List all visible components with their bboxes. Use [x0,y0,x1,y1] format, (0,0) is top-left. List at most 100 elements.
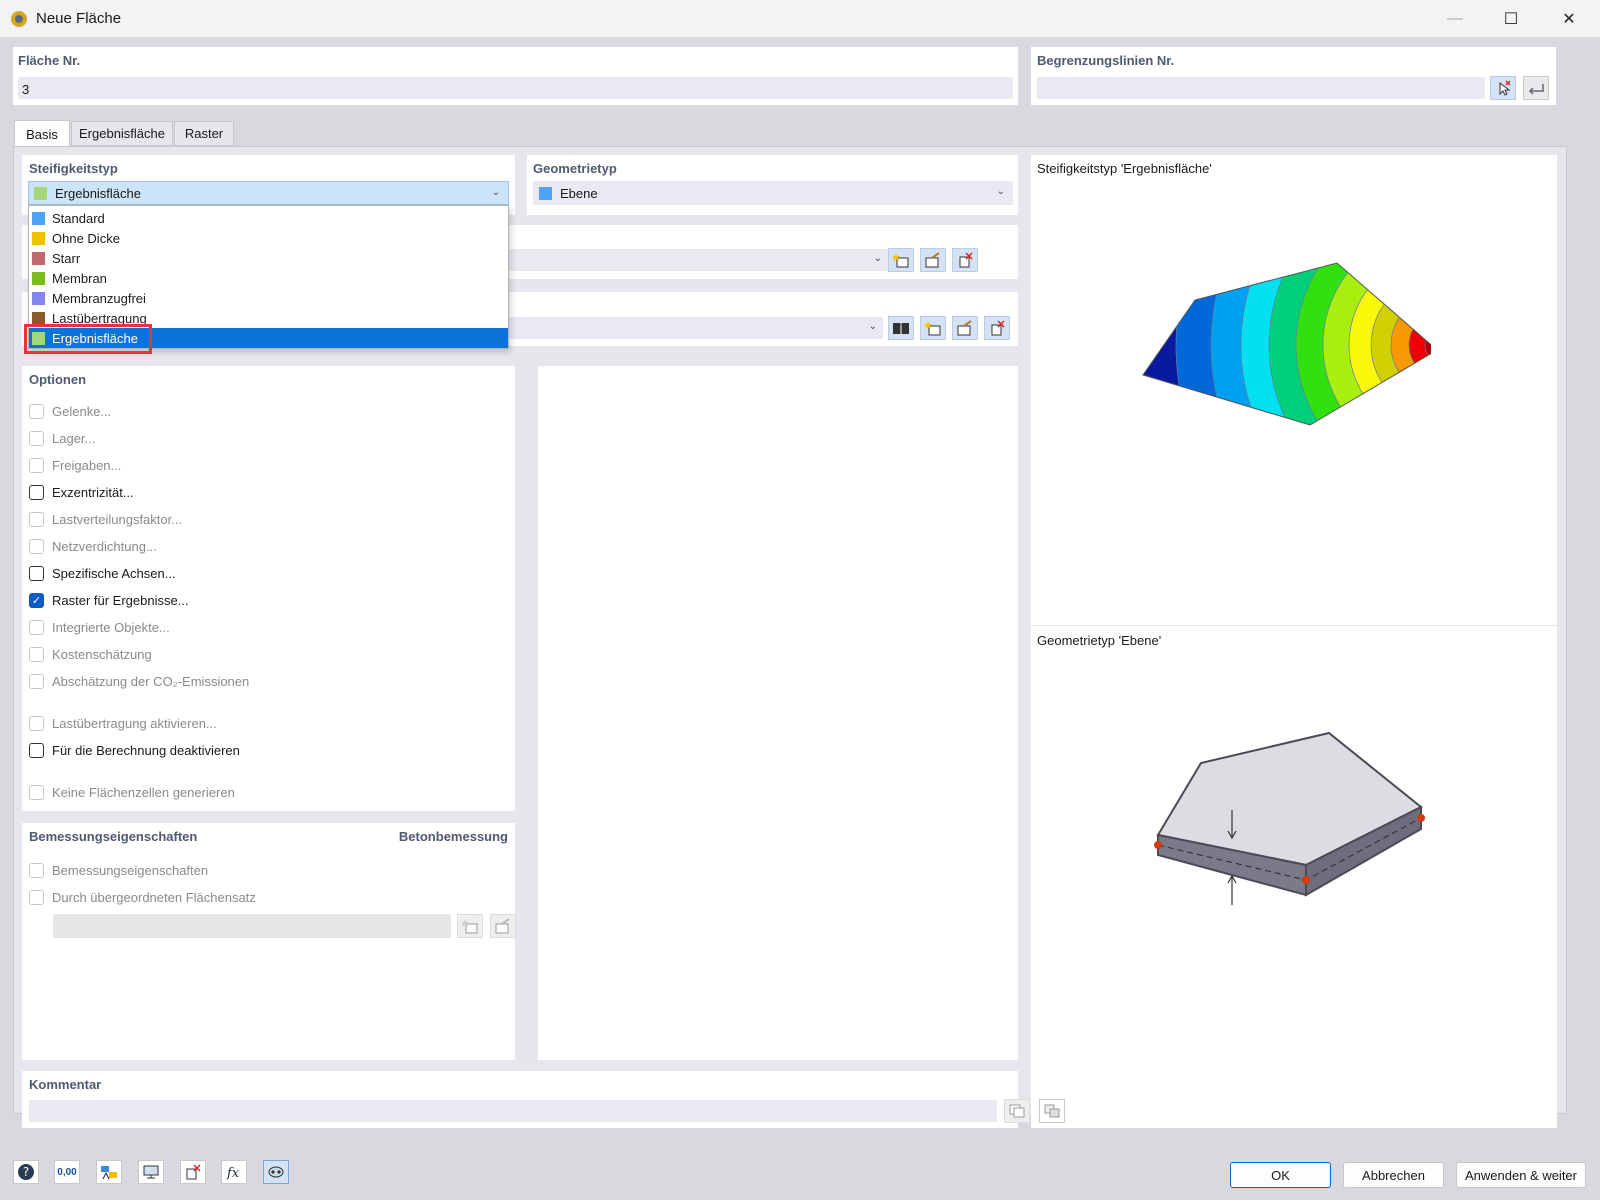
swatch-icon [32,211,45,225]
design-edit-button[interactable] [490,914,516,938]
library-button[interactable] [888,316,914,340]
window-title: Neue Fläche [36,10,122,27]
option-exzentrizitaet[interactable]: Exzentrizität... [29,485,134,500]
design-select[interactable] [53,914,451,938]
delete-thickness-button[interactable] [984,316,1010,340]
checkbox[interactable] [29,647,44,662]
pick-cursor-button[interactable] [1490,76,1516,100]
options-label: Optionen [29,372,87,387]
stiffness-option-starr[interactable]: Starr [29,248,509,268]
comment-input[interactable] [29,1100,997,1122]
preview-panel: Steifigkeitstyp 'Ergebnisfläche' Geometr… [1031,155,1557,1128]
checkbox[interactable] [29,458,44,473]
design-right-label: Betonbemessung [398,829,508,844]
apply-continue-button[interactable]: Anwenden & weiter [1456,1162,1586,1188]
stiffness-selected-swatch [34,186,47,200]
book-icon [893,323,909,335]
stiffness-option-membranzugfrei[interactable]: Membranzugfrei [29,288,509,308]
title-bar: Neue Fläche — ☐ ✕ [0,0,1600,38]
design-option-properties[interactable]: Bemessungseigenschaften [29,863,208,878]
surface-no-input[interactable]: 3 [18,77,1013,99]
edit-icon [957,320,972,336]
option-netzverdichtung[interactable]: Netzverdichtung... [29,539,157,554]
chevron-down-icon: ⌄ [873,253,882,264]
checkbox[interactable] [29,431,44,446]
minimize-button[interactable]: — [1432,6,1478,32]
checkbox[interactable] [29,485,44,500]
svg-text:?: ? [23,1165,29,1179]
maximize-button[interactable]: ☐ [1488,6,1534,32]
design-option-parent-set[interactable]: Durch übergeordneten Flächensatz [29,890,256,905]
option-kostenschaetzung[interactable]: Kostenschätzung [29,647,152,662]
checkbox[interactable] [29,566,44,581]
option-lastverteilungsfaktor[interactable]: Lastverteilungsfaktor... [29,512,182,527]
delete-material-button[interactable] [952,248,978,272]
option-co2-emissionen[interactable]: Abschätzung der CO₂-Emissionen [29,674,249,689]
option-spezifische-achsen[interactable]: Spezifische Achsen... [29,566,176,581]
checkbox[interactable] [29,863,44,878]
checkbox[interactable] [29,743,44,758]
formula-button[interactable]: fx [221,1160,247,1184]
option-lager[interactable]: Lager... [29,431,95,446]
option-lastuebertragung-aktivieren[interactable]: Lastübertragung aktivieren... [29,716,217,731]
option-keine-flaechenzellen[interactable]: Keine Flächenzellen generieren [29,785,235,800]
undo-button[interactable] [1523,76,1549,100]
option-freigaben[interactable]: Freigaben... [29,458,121,473]
preview-sync-button[interactable] [1039,1099,1065,1123]
stiffness-preview-caption: Steifigkeitstyp 'Ergebnisfläche' [1037,161,1212,176]
ok-button[interactable]: OK [1230,1162,1331,1188]
function-icon: fx [226,1166,240,1180]
checkbox[interactable] [29,539,44,554]
checkbox-checked[interactable]: ✓ [29,593,44,608]
tab-raster[interactable]: Raster [174,121,234,146]
checkbox[interactable] [29,716,44,731]
stiffness-option-membran[interactable]: Membran [29,268,509,288]
option-gelenke[interactable]: Gelenke... [29,404,111,419]
stiffness-select[interactable]: Ergebnisfläche ⌄ [28,181,509,205]
tab-basis[interactable]: Basis [14,120,70,147]
stiffness-selected-value: Ergebnisfläche [55,185,141,201]
model-view-button[interactable] [263,1160,289,1184]
close-button[interactable]: ✕ [1546,6,1592,32]
cancel-button[interactable]: Abbrechen [1343,1162,1444,1188]
edit-thickness-button[interactable] [952,316,978,340]
stiffness-option-standard[interactable]: Standard [29,208,509,228]
swatch-icon [32,251,45,265]
edit-material-button[interactable] [920,248,946,272]
units-button[interactable]: 0,00 [54,1160,80,1184]
delete-icon [991,320,1005,336]
checkbox[interactable] [29,512,44,527]
geometry-label: Geometrietyp [533,161,617,176]
comment-copy-button[interactable] [1004,1099,1030,1123]
boundary-panel: Begrenzungslinien Nr. [1031,47,1556,105]
new-item-icon [892,253,909,268]
new-material-button[interactable] [888,248,914,272]
chevron-down-icon: ⌄ [996,186,1005,197]
option-integrierte-objekte[interactable]: Integrierte Objekte... [29,620,170,635]
checkbox[interactable] [29,674,44,689]
geometry-selected-value: Ebene [560,185,598,201]
labels-button[interactable] [96,1160,122,1184]
checkbox[interactable] [29,620,44,635]
svg-text:fx: fx [226,1166,240,1180]
help-button[interactable]: ? [13,1160,39,1184]
option-berechnung-deaktivieren[interactable]: Für die Berechnung deaktivieren [29,743,240,758]
checkbox[interactable] [29,404,44,419]
view-button[interactable] [138,1160,164,1184]
boundary-input[interactable] [1037,77,1485,99]
option-raster-fuer-ergebnisse[interactable]: ✓ Raster für Ergebnisse... [29,593,189,608]
stiffness-option-ohne-dicke[interactable]: Ohne Dicke [29,228,509,248]
highlight-box [24,324,152,354]
new-thickness-button[interactable] [920,316,946,340]
checkbox[interactable] [29,785,44,800]
swatch-icon [32,231,45,245]
divider [1031,625,1557,626]
checkbox[interactable] [29,890,44,905]
tab-ergebnisflaeche[interactable]: Ergebnisfläche [71,121,173,146]
geometry-select[interactable]: Ebene ⌄ [533,181,1013,205]
new-item-icon [924,321,941,336]
edit-icon [925,252,940,268]
design-new-button[interactable] [457,914,483,938]
comment-panel: Kommentar [22,1071,1030,1128]
delete-selection-button[interactable] [180,1160,206,1184]
